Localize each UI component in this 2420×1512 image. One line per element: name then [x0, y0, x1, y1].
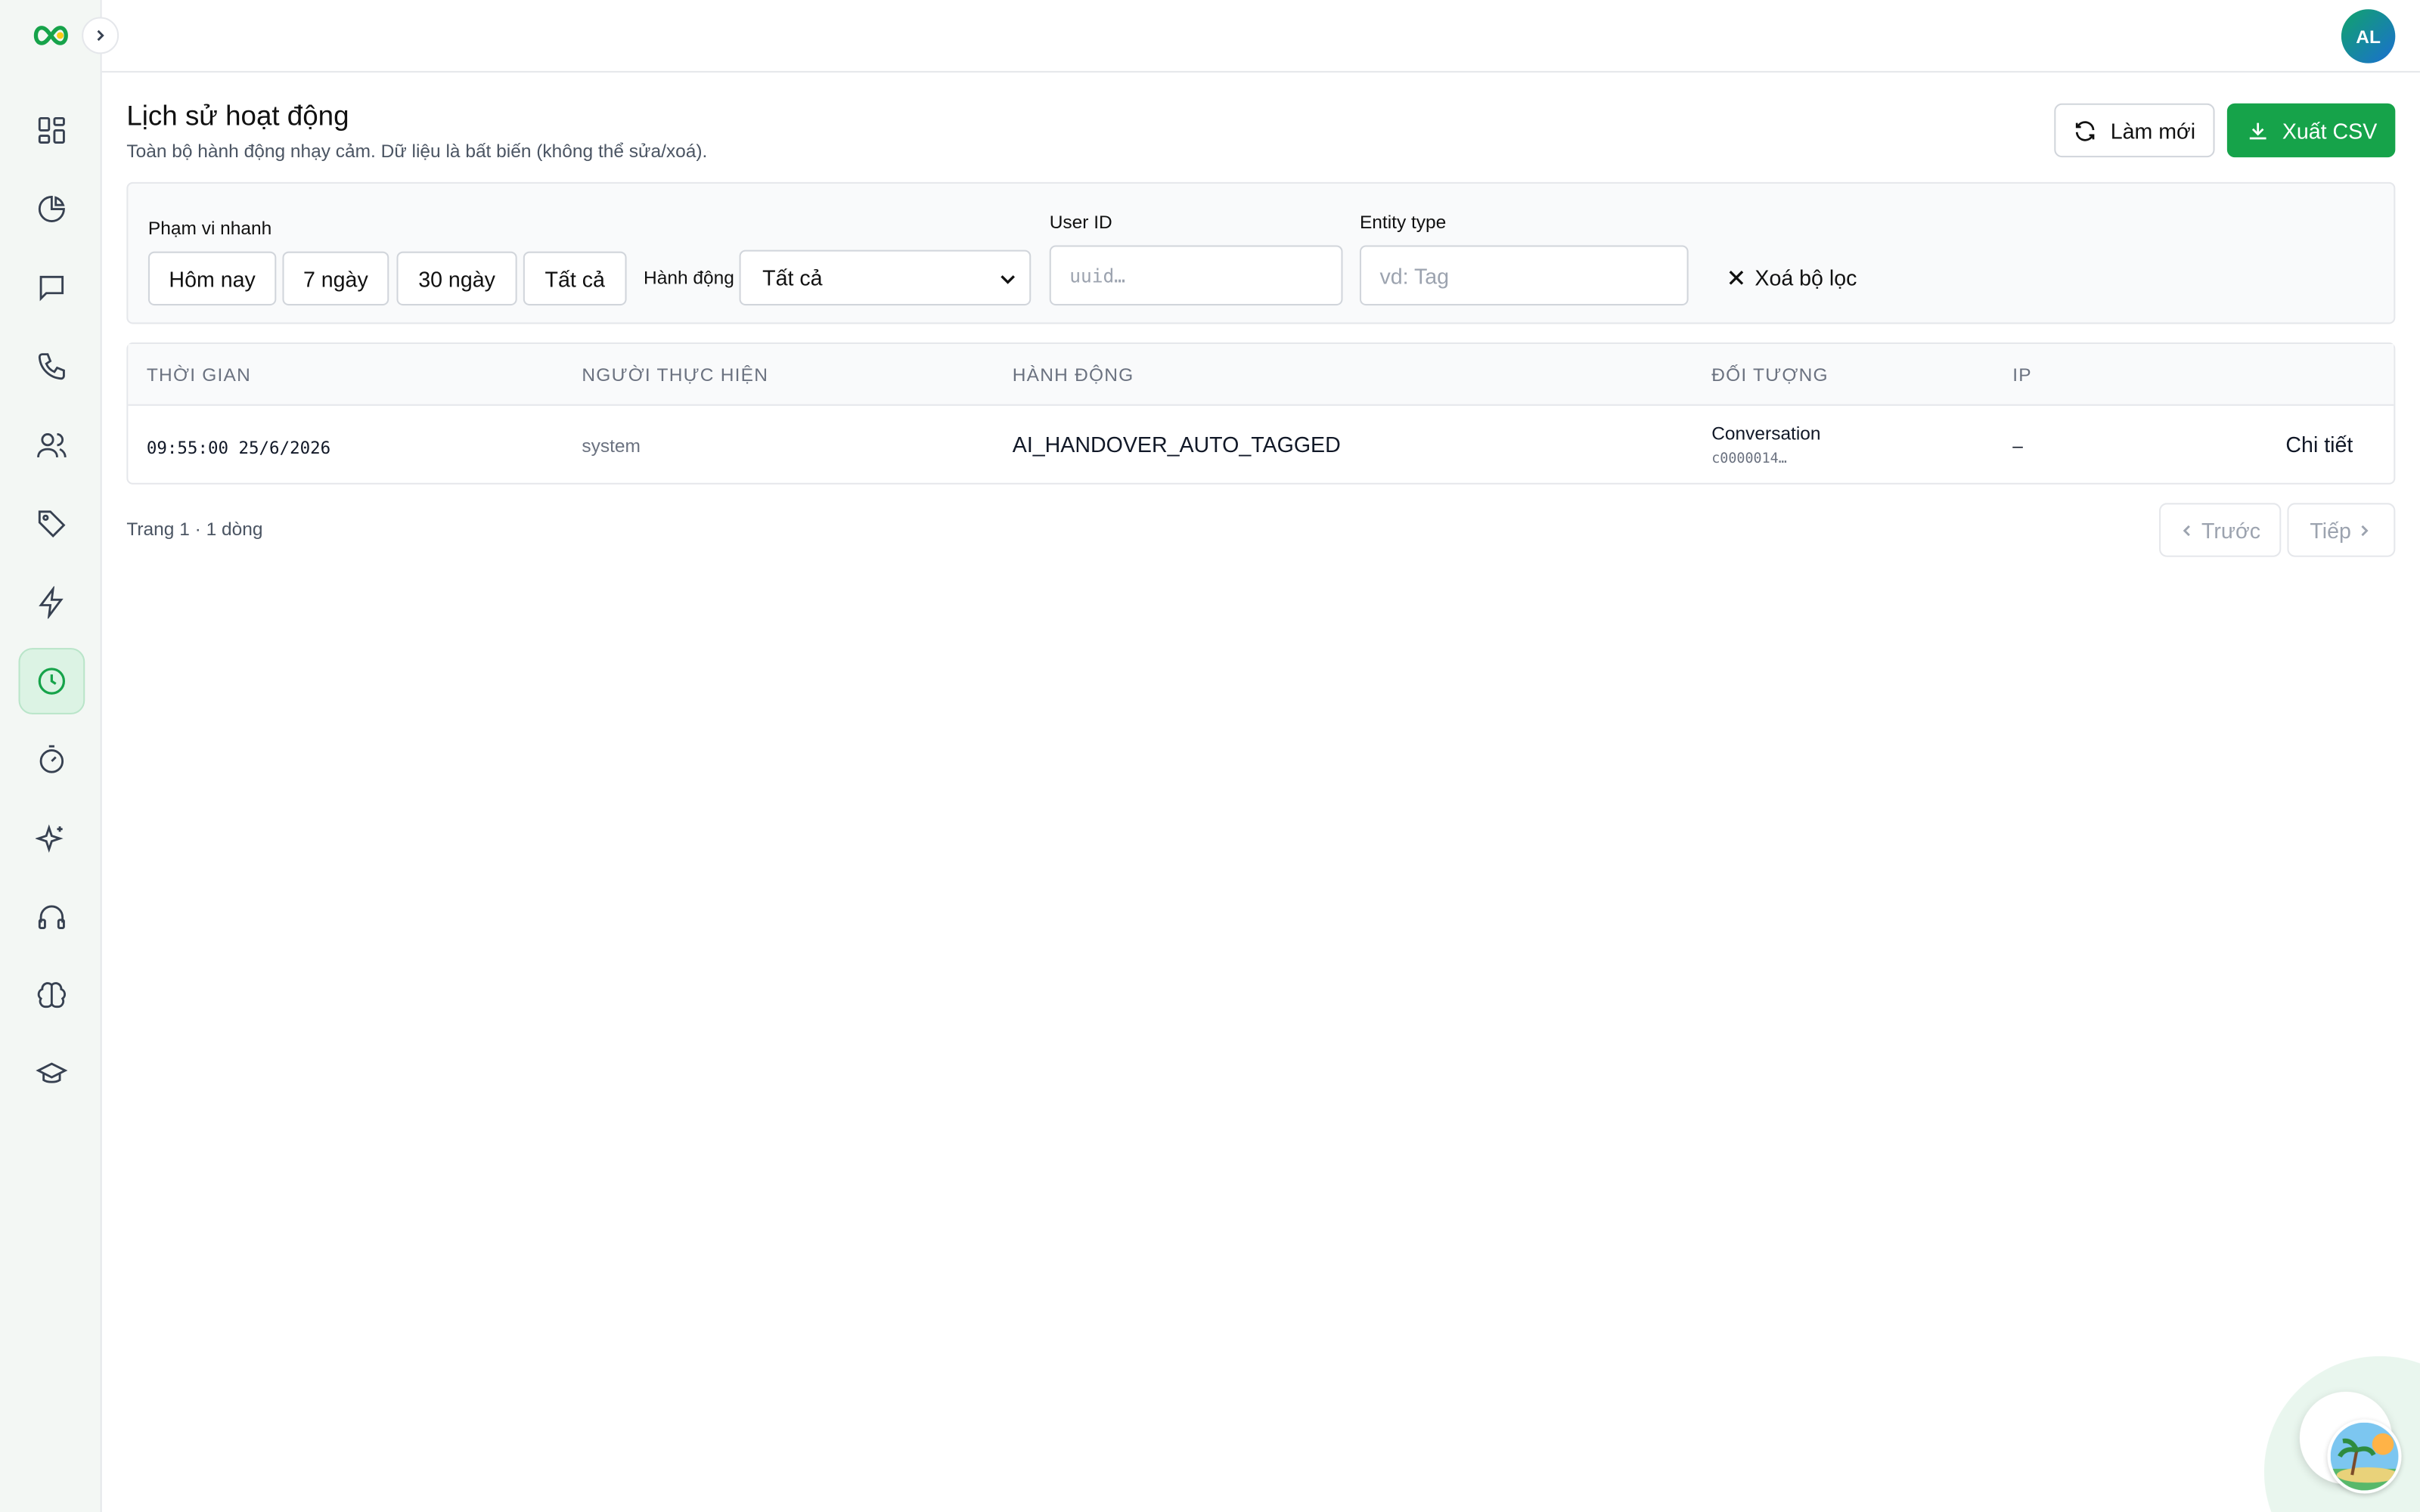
page-subtitle: Toàn bộ hành động nhạy cảm. Dữ liệu là b…: [126, 140, 708, 163]
sparkles-icon: [35, 824, 64, 853]
app: AL Lịch sử hoạt động Toàn bộ hành động n…: [0, 0, 2420, 1512]
range-today-button[interactable]: Hôm nay: [147, 251, 277, 306]
previous-page-button[interactable]: Trước: [2159, 503, 2282, 557]
sidebar-item-activity-log[interactable]: [18, 648, 85, 714]
export-label: Xuất CSV: [2282, 118, 2378, 143]
phone-icon: [38, 353, 65, 380]
sidebar: [0, 0, 102, 1512]
action-filter-label: Hành động: [644, 267, 734, 289]
clear-filters-button[interactable]: Xoá bộ lọc: [1727, 259, 1857, 296]
chevron-right-icon: [97, 29, 104, 42]
sidebar-item-automation[interactable]: [18, 569, 85, 636]
sidebar-expand-button[interactable]: [82, 17, 119, 54]
chevron-left-icon: [2183, 524, 2191, 536]
action-select-value: Tất cả: [762, 265, 823, 290]
user-id-label: User ID: [1049, 211, 1112, 234]
sidebar-item-conversations[interactable]: [18, 255, 85, 321]
filter-panel: Phạm vi nhanh Hôm nay 7 ngày 30 ngày Tất…: [126, 181, 2396, 324]
top-bar: AL: [101, 0, 2420, 73]
range-30-days-button[interactable]: 30 ngày: [396, 251, 517, 306]
sidebar-item-dashboard[interactable]: [18, 98, 85, 164]
sidebar-nav: [18, 98, 85, 1120]
page-title: Lịch sử hoạt động: [126, 100, 349, 132]
user-avatar[interactable]: AL: [2341, 9, 2396, 64]
column-header-actor: NGƯỜI THỰC HIỆN: [582, 364, 769, 386]
clear-filters-label: Xoá bộ lọc: [1754, 265, 1857, 290]
row-detail-link[interactable]: Chi tiết: [2285, 432, 2353, 457]
sidebar-item-sla[interactable]: [18, 727, 85, 793]
entity-type-label: Entity type: [1359, 211, 1447, 234]
logo-icon[interactable]: [31, 20, 71, 51]
lightning-icon: [39, 586, 64, 619]
row-actor: system: [582, 435, 641, 457]
next-page-label: Tiếp: [2310, 517, 2351, 543]
close-icon: [1729, 271, 1744, 285]
graduation-cap-icon: [36, 1062, 68, 1083]
users-icon: [37, 433, 67, 457]
sidebar-item-reports[interactable]: [18, 176, 85, 243]
refresh-icon: [2076, 120, 2096, 141]
headphones-icon: [38, 905, 65, 929]
refresh-label: Làm mới: [2110, 118, 2196, 143]
row-time: 09:55:00 25/6/2026: [146, 438, 331, 459]
sidebar-item-support[interactable]: [18, 884, 85, 950]
brain-icon: [37, 982, 67, 1009]
column-header-ip: IP: [2012, 364, 2032, 386]
sidebar-item-tags[interactable]: [18, 491, 85, 557]
range-all-button[interactable]: Tất cả: [523, 251, 627, 306]
row-action: AI_HANDOVER_AUTO_TAGGED: [1012, 432, 1341, 457]
quick-range-label: Phạm vi nhanh: [147, 217, 272, 240]
sidebar-item-calls[interactable]: [18, 333, 85, 400]
chevron-right-icon: [2362, 524, 2369, 536]
pie-chart-icon: [38, 196, 65, 222]
sidebar-item-contacts[interactable]: [18, 412, 85, 479]
pagination-info: Trang 1 · 1 dòng: [126, 518, 263, 541]
chevron-down-icon: [1001, 275, 1015, 284]
row-ip: –: [2012, 435, 2023, 457]
range-7-days-button[interactable]: 7 ngày: [282, 251, 389, 306]
dashboard-icon: [38, 116, 65, 144]
entity-type-input[interactable]: vd: Tag: [1359, 245, 1689, 306]
chat-icon: [39, 275, 64, 302]
row-entity-type: Conversation: [1711, 423, 1821, 445]
export-csv-button[interactable]: Xuất CSV: [2226, 103, 2396, 158]
column-header-entity: ĐỐI TƯỢNG: [1711, 364, 1829, 386]
download-icon: [2249, 122, 2266, 139]
user-id-input[interactable]: uuid…: [1049, 245, 1343, 306]
previous-page-label: Trước: [2201, 517, 2261, 543]
sidebar-item-knowledge[interactable]: [18, 962, 85, 1029]
timer-icon: [39, 745, 64, 773]
table-header: THỜI GIAN NGƯỜI THỰC HIỆN HÀNH ĐỘNG ĐỐI …: [128, 344, 2394, 406]
chat-widget-avatar[interactable]: [2327, 1419, 2402, 1494]
column-header-action: HÀNH ĐỘNG: [1012, 364, 1134, 386]
sidebar-item-training[interactable]: [18, 1042, 85, 1108]
refresh-button[interactable]: Làm mới: [2054, 103, 2215, 158]
next-page-button[interactable]: Tiếp: [2287, 503, 2396, 557]
column-header-time: THỜI GIAN: [146, 364, 252, 386]
activity-table: THỜI GIAN NGƯỜI THỰC HIỆN HÀNH ĐỘNG ĐỐI …: [126, 342, 2396, 485]
row-entity-id: c0000014…: [1711, 451, 1787, 468]
action-select[interactable]: Tất cả: [739, 249, 1032, 306]
sidebar-item-ai[interactable]: [18, 805, 85, 872]
tag-icon: [38, 510, 66, 538]
clock-icon: [38, 668, 66, 695]
